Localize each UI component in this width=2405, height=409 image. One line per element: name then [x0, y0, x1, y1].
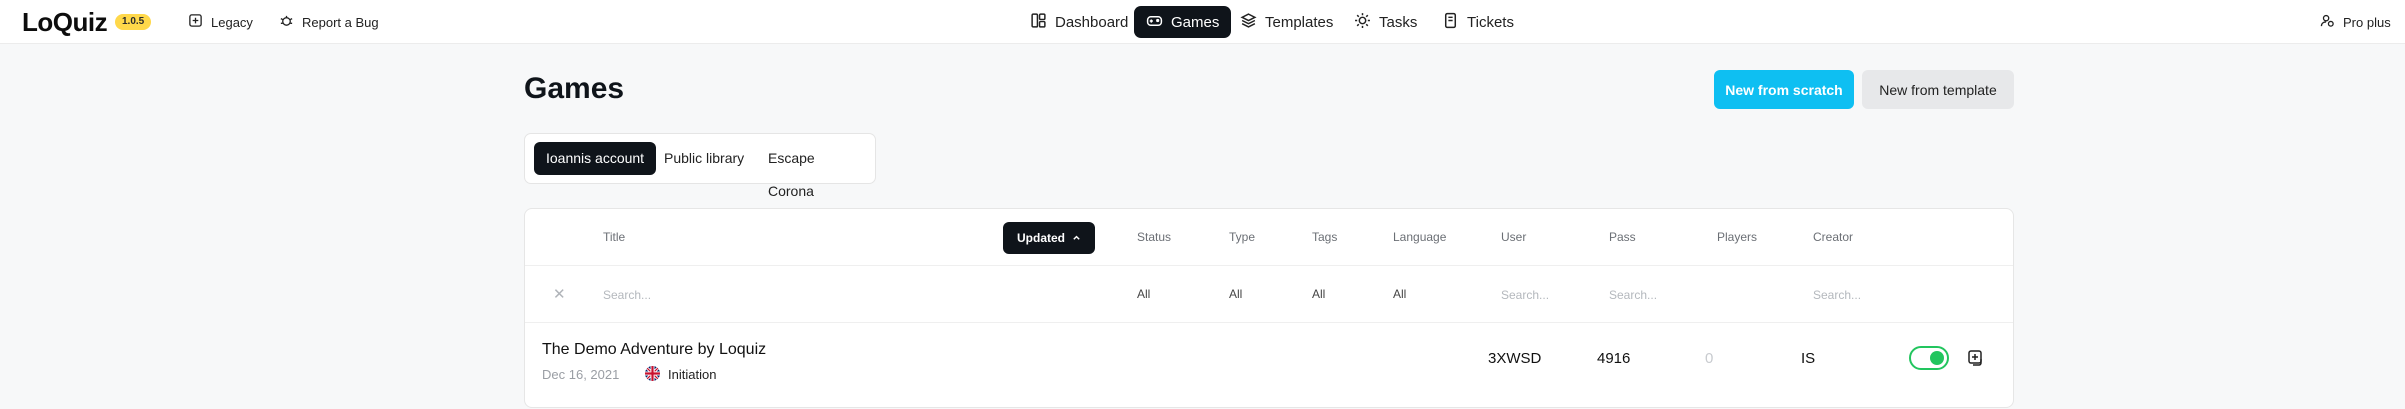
page-title: Games — [524, 72, 625, 105]
sort-updated-label: Updated — [1017, 231, 1065, 245]
user-search-input[interactable] — [1501, 284, 1591, 306]
bug-icon — [279, 13, 294, 31]
nav-tasks[interactable]: Tasks — [1342, 6, 1429, 38]
logo[interactable]: LoQuiz — [22, 7, 108, 38]
version-badge: 1.0.5 — [115, 14, 152, 30]
creator-search-input[interactable] — [1813, 284, 1903, 306]
nav-dashboard-label: Dashboard — [1055, 13, 1129, 31]
user-icon — [2320, 13, 2335, 31]
column-creator[interactable]: Creator — [1813, 209, 1853, 266]
layers-icon — [1240, 12, 1257, 33]
column-type[interactable]: Type — [1229, 209, 1255, 266]
duplicate-plus-icon[interactable] — [1967, 349, 1985, 367]
clear-filters-icon[interactable]: ✕ — [553, 266, 566, 323]
top-bar: LoQuiz 1.0.5 Legacy Report a Bug Dashboa… — [0, 0, 2405, 44]
column-pass[interactable]: Pass — [1609, 209, 1636, 266]
chevron-up-icon — [1072, 231, 1081, 245]
games-table: Title Updated Status Type Tags Language … — [524, 208, 2014, 408]
tab-escape-corona[interactable]: Escape Corona — [756, 142, 875, 199]
game-title[interactable]: The Demo Adventure by Loquiz — [542, 341, 766, 359]
game-updated-date: Dec 16, 2021 — [542, 367, 620, 382]
account-menu[interactable]: Pro plus — [2320, 0, 2391, 44]
pass-search-input[interactable] — [1609, 284, 1699, 306]
column-tags[interactable]: Tags — [1312, 209, 1337, 266]
nav-tasks-label: Tasks — [1379, 13, 1418, 31]
tags-filter[interactable]: All — [1312, 266, 1325, 323]
game-active-toggle[interactable] — [1909, 346, 1949, 370]
column-language[interactable]: Language — [1393, 209, 1446, 266]
nav-tickets[interactable]: Tickets — [1430, 6, 1526, 38]
account-plan-label: Pro plus — [2343, 14, 2391, 30]
legacy-label: Legacy — [211, 14, 253, 30]
game-user: 3XWSD — [1488, 350, 1542, 367]
title-search-input[interactable] — [603, 284, 903, 306]
game-pass: 4916 — [1597, 350, 1631, 367]
nav-games-label: Games — [1171, 13, 1220, 31]
account-tabs: Ioannis account Public library Escape Co… — [524, 133, 876, 199]
gamepad-icon — [1146, 12, 1163, 33]
new-from-template-button[interactable]: New from template — [1862, 70, 2014, 109]
ticket-icon — [1442, 12, 1459, 33]
dashboard-icon — [1030, 12, 1047, 33]
toggle-knob — [1930, 351, 1944, 365]
sort-updated-button[interactable]: Updated — [1003, 222, 1095, 254]
column-status[interactable]: Status — [1137, 209, 1171, 266]
nav-games[interactable]: Games — [1134, 6, 1232, 38]
report-bug-link[interactable]: Report a Bug — [279, 0, 379, 44]
table-header: Title Updated Status Type Tags Language … — [525, 209, 2013, 266]
plus-square-icon — [188, 13, 203, 31]
nav-templates[interactable]: Templates — [1228, 6, 1345, 38]
tab-public-library[interactable]: Public library — [652, 142, 756, 175]
uk-flag-icon — [645, 366, 660, 381]
column-user[interactable]: User — [1501, 209, 1526, 266]
type-filter[interactable]: All — [1229, 266, 1242, 323]
column-players[interactable]: Players — [1717, 209, 1757, 266]
new-from-scratch-button[interactable]: New from scratch — [1714, 70, 1854, 109]
filter-row: ✕ All All All All — [525, 266, 2013, 323]
game-players: 0 — [1705, 350, 1714, 367]
game-type: Initiation — [668, 367, 717, 382]
nav-templates-label: Templates — [1265, 13, 1334, 31]
tab-ioannis-account[interactable]: Ioannis account — [534, 142, 657, 175]
column-title[interactable]: Title — [603, 209, 625, 266]
language-filter[interactable]: All — [1393, 266, 1406, 323]
report-bug-label: Report a Bug — [302, 14, 379, 30]
nav-dashboard[interactable]: Dashboard — [1018, 6, 1140, 38]
legacy-link[interactable]: Legacy — [188, 0, 253, 44]
bug-sun-icon — [1354, 12, 1371, 33]
game-creator: IS — [1801, 350, 1816, 367]
table-row[interactable]: The Demo Adventure by Loquiz Dec 16, 202… — [525, 323, 2013, 409]
nav-tickets-label: Tickets — [1467, 13, 1514, 31]
status-filter[interactable]: All — [1137, 266, 1150, 323]
